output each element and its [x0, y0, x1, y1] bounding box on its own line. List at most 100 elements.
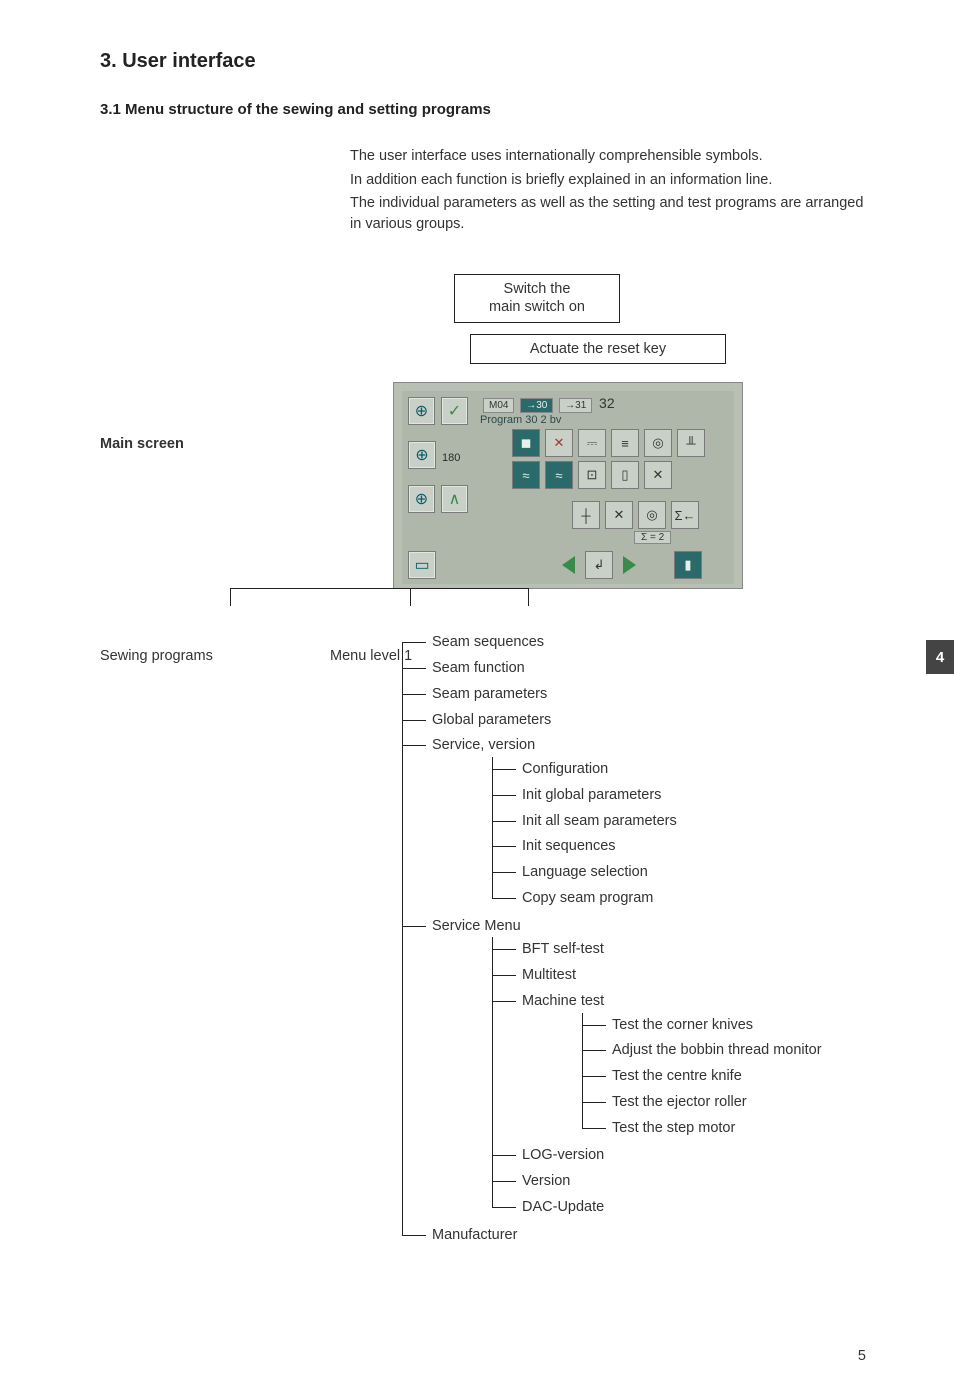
screen-icon: ≈: [512, 461, 540, 489]
tree-item: Init all seam parameters: [492, 809, 869, 835]
intro-line-3: The individual parameters as well as the…: [350, 193, 869, 234]
flow-text: main switch on: [489, 299, 585, 315]
flow-box-switch-on: Switch the main switch on: [454, 274, 620, 323]
screen-icon-row-1: ◼ ✕ ⎓ ≡ ◎ ╨: [512, 429, 722, 457]
screen-icon-button: ▭: [408, 551, 436, 579]
screen-sigma-value: Σ = 2: [634, 531, 671, 544]
tree-item-label: Copy seam program: [522, 890, 653, 906]
screen-inner: ⊕ ✓ ⊕ 180 ⊕ ∧ M04 →30 →31 3: [402, 391, 734, 584]
screen-icon: ▯: [611, 461, 639, 489]
tree-item-label: Test the step motor: [612, 1120, 735, 1136]
tree-item: Copy seam program: [492, 886, 869, 912]
tree-item: Adjust the bobbin thread monitor: [582, 1038, 869, 1064]
tree-item: DAC-Update: [492, 1195, 869, 1221]
tree-item: Seam parameters: [402, 682, 869, 708]
screen-icon: ◼: [512, 429, 540, 457]
tree-item-label: Test the ejector roller: [612, 1094, 747, 1110]
tree-branch-menu-level-1: Menu level 1: [330, 648, 412, 664]
tree-item-label: Init global parameters: [522, 787, 661, 803]
tree-item-label: Machine test: [522, 993, 604, 1009]
tree-sublist: Configuration Init global parameters Init …: [492, 757, 869, 912]
tree-item-label: Global parameters: [432, 712, 551, 728]
intro-line-1: The user interface uses internationally …: [350, 146, 869, 167]
main-screen-screenshot: ⊕ ✓ ⊕ 180 ⊕ ∧ M04 →30 →31 3: [393, 382, 743, 589]
heading-section: 3.1 Menu structure of the sewing and set…: [100, 101, 869, 118]
screen-icon-row-3: ┼ ✕ ◎ Σ←: [572, 501, 732, 529]
screen-icon: ▮: [674, 551, 702, 579]
screen-icon-button: ⊕: [408, 485, 435, 513]
tree-item-label: BFT self-test: [522, 941, 604, 957]
tree-item-label: Configuration: [522, 761, 608, 777]
screen-icon: ≈: [545, 461, 573, 489]
flow-diagram: Switch the main switch on Actuate the re…: [100, 268, 869, 588]
tree-item: Configuration: [492, 757, 869, 783]
screen-icon: ╨: [677, 429, 705, 457]
tree-item-label: Version: [522, 1173, 570, 1189]
tree-item-label: Language selection: [522, 864, 648, 880]
screen-bottom-nav: ↲ ▮: [558, 551, 702, 579]
tree-sublist: Test the corner knives Adjust the bobbin …: [582, 1013, 869, 1142]
screen-icon: ✕: [545, 429, 573, 457]
tree-item-label: Test the centre knife: [612, 1068, 742, 1084]
tree-item: Version: [492, 1169, 869, 1195]
screen-icon: ◎: [638, 501, 666, 529]
chapter-tab: 4: [926, 640, 954, 674]
screen-icon: ✕: [644, 461, 672, 489]
screen-header-seg: M04: [483, 398, 514, 413]
tree-branch-sewing-programs: Sewing programs: [100, 648, 213, 664]
screen-icon-button: ✓: [441, 397, 468, 425]
tree-sublist: BFT self-test Multitest Machine test Test t…: [492, 937, 869, 1220]
screen-icon-button: ∧: [441, 485, 468, 513]
intro-text: The user interface uses internationally …: [350, 146, 869, 234]
screen-value: 180: [442, 452, 460, 464]
flow-text: Switch the: [504, 281, 571, 297]
next-arrow-icon: [623, 556, 636, 574]
tree-item: Service MenuBFT self-test Multitest Machin…: [402, 914, 869, 1223]
tree-item-label: Multitest: [522, 967, 576, 983]
tree-item: Service, versionConfigurationInit global…: [402, 733, 869, 913]
screen-header-seg-selected: →30: [520, 398, 553, 413]
tree-item-label: Seam function: [432, 660, 525, 676]
tree-item: Seam function: [402, 656, 869, 682]
tree-item: Multitest: [492, 963, 869, 989]
tree-item: Global parameters: [402, 708, 869, 734]
screen-icon: ✕: [605, 501, 633, 529]
prev-arrow-icon: [562, 556, 575, 574]
tree-item: Test the step motor: [582, 1116, 869, 1142]
screen-icon: ⊡: [578, 461, 606, 489]
tree-item: LOG-version: [492, 1143, 869, 1169]
menu-tree: Sewing programs Menu level 1 Seam sequen…: [100, 630, 869, 1350]
screen-icon: ≡: [611, 429, 639, 457]
tree-item: Init sequences: [492, 834, 869, 860]
tree-item: Manufacturer: [402, 1223, 869, 1249]
tree-list: Seam sequences Seam function Seam paramete…: [402, 630, 869, 1248]
screen-program-line: Program 30 2 bv: [480, 414, 561, 426]
tree-item: BFT self-test: [492, 937, 869, 963]
tree-item: Language selection: [492, 860, 869, 886]
tree-item: Test the corner knives: [582, 1013, 869, 1039]
flow-box-reset: Actuate the reset key: [470, 334, 726, 364]
screen-icon-row-2: ≈ ≈ ⊡ ▯ ✕: [512, 461, 722, 489]
screen-icon: ┼: [572, 501, 600, 529]
tree-item: Machine test Test the corner knives Adjust…: [492, 989, 869, 1144]
screen-icon-button: ⊕: [408, 441, 436, 469]
tree-item-label: Adjust the bobbin thread monitor: [612, 1042, 822, 1058]
tree-item-label: LOG-version: [522, 1147, 604, 1163]
tree-item-label: Init all seam parameters: [522, 813, 677, 829]
tree-item-label: DAC-Update: [522, 1199, 604, 1215]
tree-item: Test the ejector roller: [582, 1090, 869, 1116]
screen-icon: ⎓: [578, 429, 606, 457]
tree-item-label: Seam parameters: [432, 686, 547, 702]
screen-enter-button: ↲: [585, 551, 613, 579]
tree-item-label: Manufacturer: [432, 1227, 517, 1243]
screen-icon-button: ⊕: [408, 397, 435, 425]
main-screen-label: Main screen: [100, 436, 184, 452]
heading-chapter: 3. User interface: [100, 50, 869, 73]
tree-item: Test the centre knife: [582, 1064, 869, 1090]
screen-icon: Σ←: [671, 501, 699, 529]
screen-header-seg: →31: [559, 398, 592, 413]
tree-item-label: Service Menu: [432, 918, 521, 934]
tree-item-label: Test the corner knives: [612, 1017, 753, 1033]
intro-line-2: In addition each function is briefly exp…: [350, 170, 869, 191]
tree-item-label: Seam sequences: [432, 634, 544, 650]
